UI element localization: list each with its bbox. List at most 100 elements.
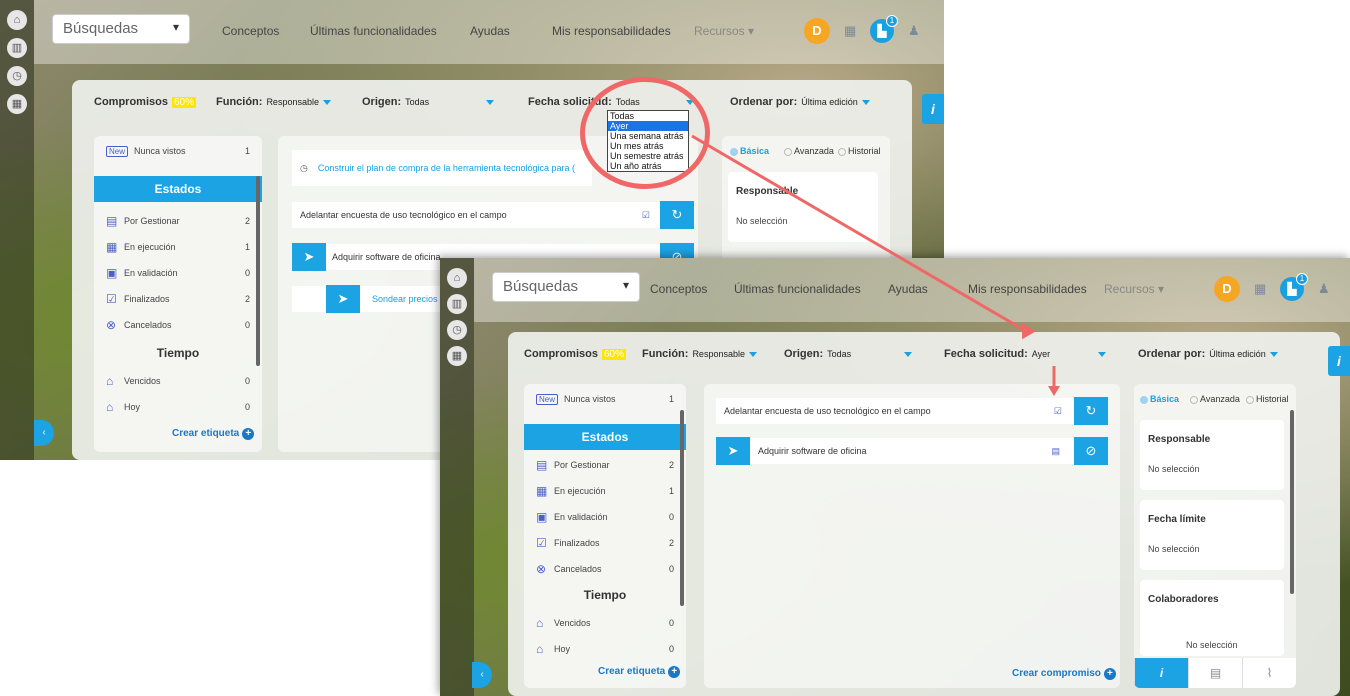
avatar[interactable]: D (804, 18, 830, 44)
detail-column: Básica Avanzada Historial Responsable No … (1134, 384, 1296, 688)
funcion-filter[interactable]: Función: Responsable (642, 348, 757, 360)
nav-mis-responsabilidades[interactable]: Mis responsabilidades (552, 24, 671, 38)
scrollbar[interactable] (1290, 410, 1294, 594)
crear-etiqueta-button[interactable]: Crear etiqueta + (172, 428, 255, 440)
radio-historial[interactable]: Historial (1246, 394, 1289, 404)
estado-item[interactable]: ▣ En validación 0 (524, 504, 686, 530)
item-count: 0 (244, 402, 250, 412)
card-value: No selección (1148, 544, 1200, 554)
scrollbar[interactable] (256, 176, 260, 366)
origen-value: Todas (405, 97, 430, 107)
nav-ultimas[interactable]: Últimas funcionalidades (310, 24, 437, 38)
fecha-limite-card[interactable]: Fecha límite No selección (1140, 500, 1284, 570)
radio-basica[interactable]: Básica (1140, 394, 1179, 404)
task-card[interactable]: ◷ Construir el plan de compra de la herra… (292, 150, 592, 186)
home-icon[interactable]: ⌂ (447, 268, 467, 288)
ordenar-filter[interactable]: Ordenar por: Última edición (730, 96, 870, 108)
responsable-card[interactable]: Responsable No selección (1140, 420, 1284, 490)
home-icon[interactable]: ⌂ (7, 10, 27, 30)
nav-mis-responsabilidades[interactable]: Mis responsabilidades (968, 282, 1087, 296)
refresh-icon[interactable]: ↻ (1074, 397, 1108, 425)
tiempo-item[interactable]: ⌂ Vencidos 0 (94, 368, 262, 394)
check-icon: ☑ (536, 536, 547, 550)
bell-icon[interactable]: ♟ (1318, 281, 1330, 297)
info-icon[interactable]: i (922, 94, 944, 124)
funcion-filter[interactable]: Función: Responsable (216, 96, 331, 108)
screenshot-after: ⌂ ▥ ◷ ▦ Búsquedas ▾ Conceptos Últimas fun… (440, 258, 1350, 696)
nav-recursos[interactable]: Recursos ▾ (1104, 282, 1164, 296)
calendar-icon[interactable]: ▦ (447, 346, 467, 366)
refresh-icon[interactable]: ↻ (660, 201, 694, 229)
fecha-filter[interactable]: Fecha solicitud: Ayer (944, 348, 1050, 360)
search-dropdown[interactable]: Búsquedas ▾ (52, 14, 190, 44)
notifications-icon[interactable]: ▙ 1 (870, 15, 898, 43)
comment-tab-icon[interactable]: ▤ (1188, 658, 1242, 688)
nav-conceptos[interactable]: Conceptos (222, 24, 279, 38)
nunca-vistos-item[interactable]: New Nunca vistos 1 (94, 138, 262, 164)
estado-item[interactable]: ⊗ Cancelados 0 (94, 312, 262, 338)
calendar-icon[interactable]: ▦ (7, 94, 27, 114)
estado-item[interactable]: ▦ En ejecución 1 (524, 478, 686, 504)
clock-icon[interactable]: ◷ (447, 320, 467, 340)
nav-recursos[interactable]: Recursos ▾ (694, 24, 754, 38)
origen-filter[interactable]: Origen: Todas (362, 96, 429, 108)
send-icon[interactable]: ➤ (716, 437, 750, 465)
tiempo-item[interactable]: ⌂ Vencidos 0 (524, 610, 686, 636)
tiempo-item[interactable]: ⌂ Hoy 0 (94, 394, 262, 420)
estado-item[interactable]: ▤ Por Gestionar 2 (524, 452, 686, 478)
caret-icon (486, 99, 494, 105)
highlight-ring (580, 77, 710, 189)
colaboradores-card[interactable]: Colaboradores No selección (1140, 580, 1284, 656)
crear-compromiso-button[interactable]: Crear compromiso + (1012, 668, 1116, 680)
tiempo-item[interactable]: ⌂ Hoy 0 (524, 636, 686, 662)
task-card[interactable]: Adelantar encuesta de uso tecnológico en… (716, 398, 1074, 424)
estado-item[interactable]: ☑ Finalizados 2 (524, 530, 686, 556)
radio-dot (1190, 395, 1198, 404)
filter-bar: Compromisos 60% Función: Responsable Orige… (508, 332, 1340, 380)
attachment-tab-icon[interactable]: ⌇ (1242, 658, 1296, 688)
ordenar-filter[interactable]: Ordenar por: Última edición (1138, 348, 1278, 360)
clock-icon[interactable]: ◷ (7, 66, 27, 86)
card-title: Colaboradores (1148, 594, 1219, 605)
radio-historial[interactable]: Historial (838, 146, 881, 156)
collapse-icon[interactable]: ‹ (34, 420, 54, 446)
task-card[interactable]: Sondear precios (292, 286, 462, 312)
notifications-icon[interactable]: ▙ 1 (1280, 273, 1308, 301)
avatar[interactable]: D (1214, 276, 1240, 302)
nav-ultimas[interactable]: Últimas funcionalidades (734, 282, 861, 296)
item-label: En validación (124, 268, 178, 278)
radio-avanzada[interactable]: Avanzada (784, 146, 834, 156)
nunca-vistos-item[interactable]: New Nunca vistos 1 (524, 386, 686, 412)
books-icon[interactable]: ▥ (447, 294, 467, 314)
collapse-icon[interactable]: ‹ (472, 662, 492, 688)
task-card[interactable]: Adelantar encuesta de uso tecnológico en… (292, 202, 660, 228)
search-dropdown[interactable]: Búsquedas ▾ (492, 272, 640, 302)
estado-item[interactable]: ⊗ Cancelados 0 (524, 556, 686, 582)
nav-ayudas[interactable]: Ayudas (470, 24, 510, 38)
estado-item[interactable]: ☑ Finalizados 2 (94, 286, 262, 312)
estado-item[interactable]: ▤ Por Gestionar 2 (94, 208, 262, 234)
funcion-value: Responsable (266, 97, 319, 107)
radio-avanzada[interactable]: Avanzada (1190, 394, 1240, 404)
radio-basica[interactable]: Básica (730, 146, 769, 156)
task-card[interactable]: Adquirir software de oficina ▤ (716, 438, 1074, 464)
scrollbar[interactable] (680, 410, 684, 606)
crear-etiqueta-button[interactable]: Crear etiqueta + (598, 666, 681, 678)
estado-item[interactable]: ▦ En ejecución 1 (94, 234, 262, 260)
nav-conceptos[interactable]: Conceptos (650, 282, 707, 296)
calendar-icon[interactable]: ▦ (1254, 281, 1266, 297)
books-icon[interactable]: ▥ (7, 38, 27, 58)
calendar-icon[interactable]: ▦ (844, 23, 856, 39)
origen-filter[interactable]: Origen: Todas (784, 348, 851, 360)
send-icon[interactable]: ➤ (292, 243, 326, 271)
cancel-icon[interactable]: ⊘ (1074, 437, 1108, 465)
bell-icon[interactable]: ♟ (908, 23, 920, 39)
item-label: Vencidos (124, 376, 161, 386)
info-tab-icon[interactable]: i (1134, 658, 1188, 688)
fecha-label: Fecha solicitud: (944, 348, 1028, 360)
info-icon[interactable]: i (1328, 346, 1350, 376)
estado-item[interactable]: ▣ En validación 0 (94, 260, 262, 286)
nav-ayudas[interactable]: Ayudas (888, 282, 928, 296)
responsable-card[interactable]: Responsable No selección (728, 172, 878, 242)
send-icon[interactable]: ➤ (326, 285, 360, 313)
